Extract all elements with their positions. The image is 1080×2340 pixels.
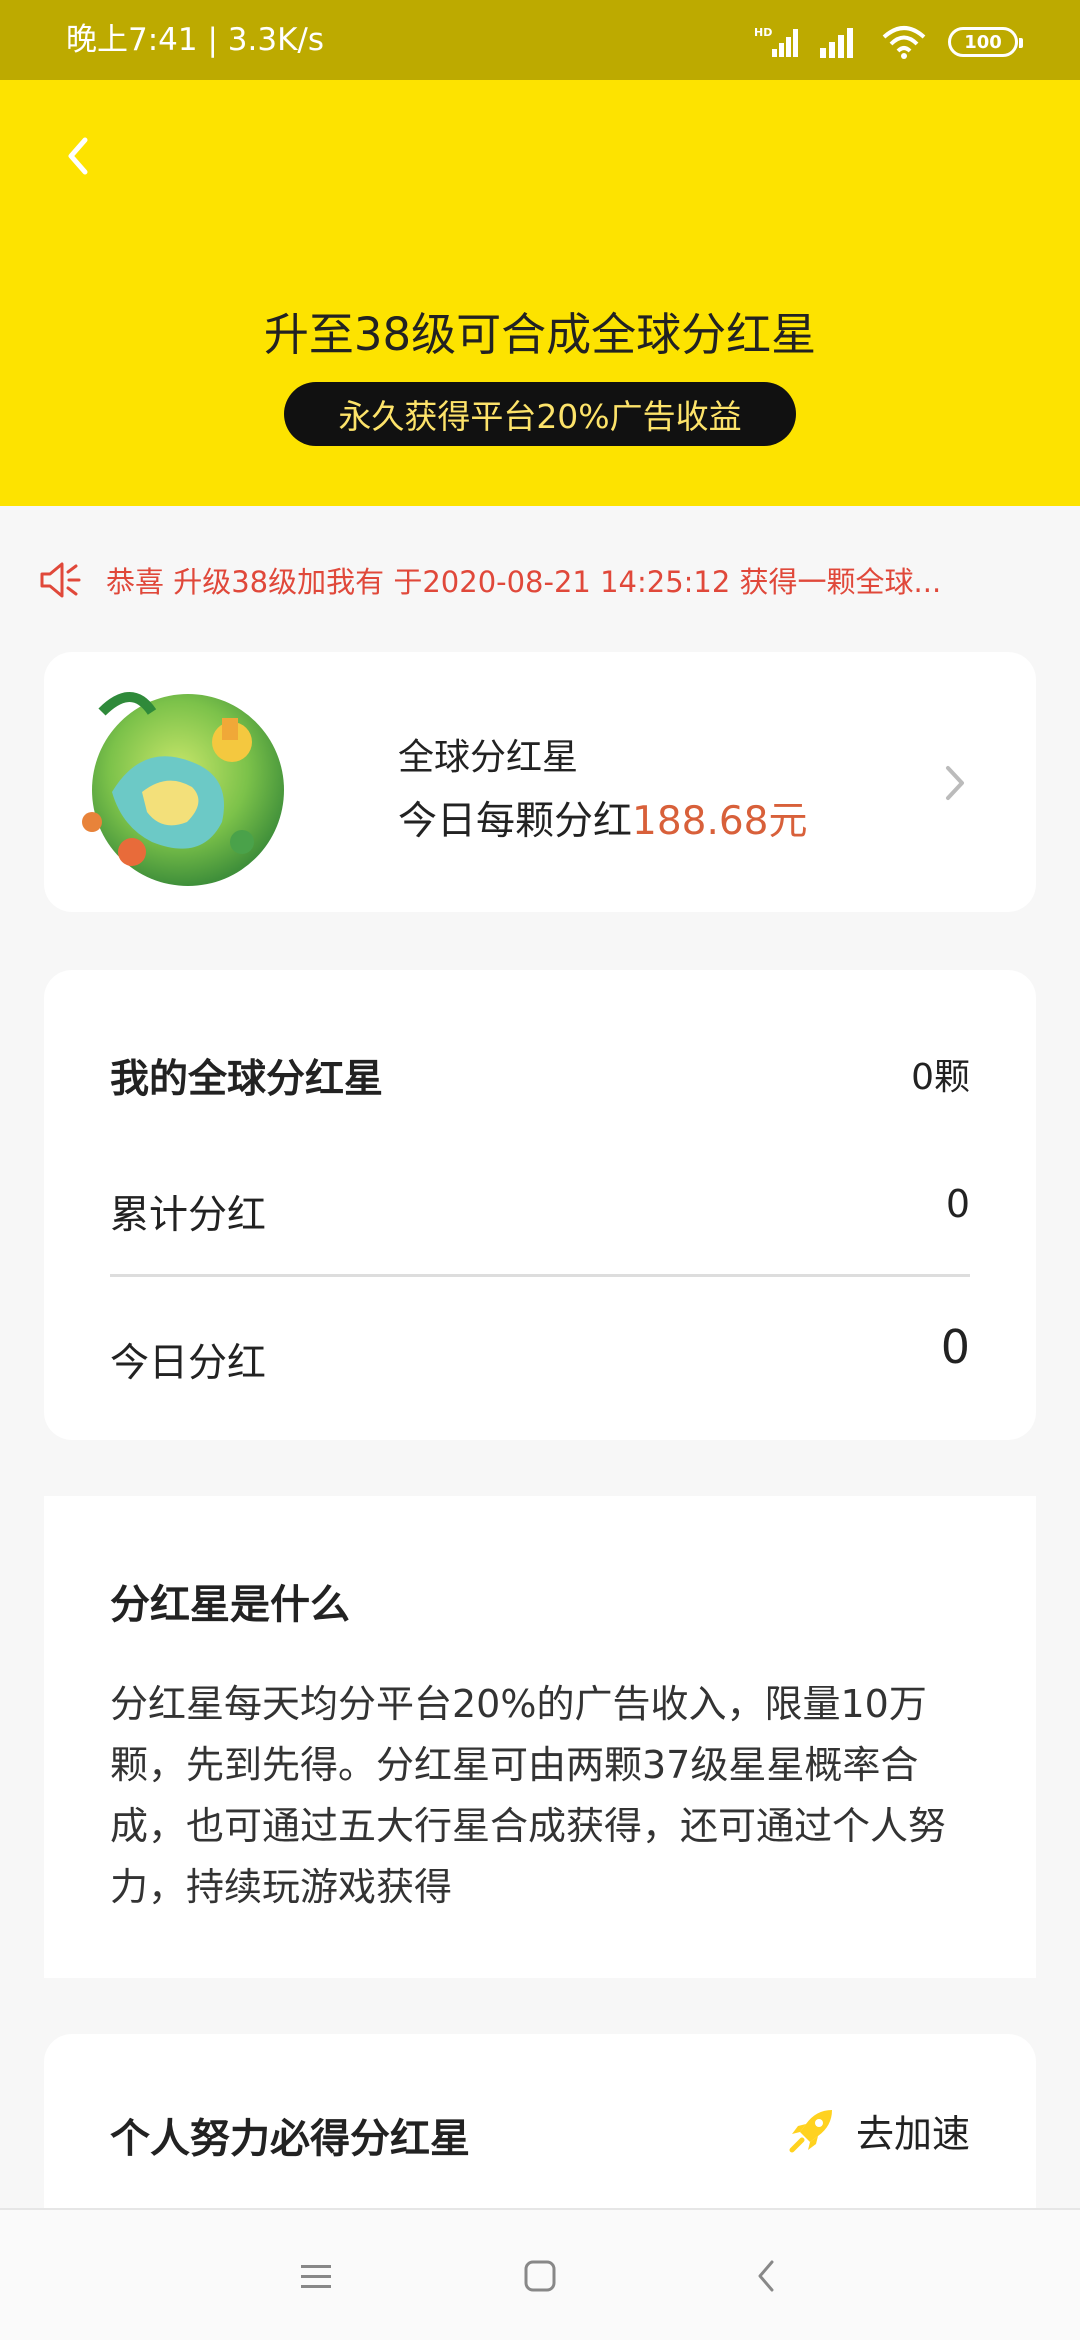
- svg-text:HD: HD: [754, 26, 772, 39]
- system-nav-bar: [0, 2208, 1080, 2340]
- home-square-icon: [524, 2260, 556, 2292]
- planet-name: 全球分红星: [398, 737, 579, 778]
- promo-pill: 永久获得平台20%广告收益: [284, 382, 796, 446]
- promo-header: 升至38级可合成全球分红星 永久获得平台20%广告收益: [0, 80, 1080, 506]
- nav-menu-button[interactable]: [286, 2246, 346, 2306]
- effort-title: 个人努力必得分红星: [110, 2116, 470, 2162]
- my-stars-count: 0颗: [911, 1057, 970, 1098]
- info-title: 分红星是什么: [110, 1582, 350, 1628]
- speed-up-label: 去加速: [855, 2111, 970, 2156]
- dividend-star-card[interactable]: 全球分红星 今日每颗分红188.68元: [44, 652, 1036, 912]
- divider: [110, 1274, 970, 1277]
- rocket-icon: [789, 2110, 832, 2153]
- menu-icon: [301, 2265, 331, 2288]
- signal-icon: [820, 28, 853, 58]
- back-triangle-icon: [758, 2260, 774, 2292]
- page-title: 升至38级可合成全球分红星: [263, 308, 817, 361]
- planet-dividend: 今日每颗分红188.68元: [398, 790, 807, 846]
- today-value: 0: [940, 1320, 970, 1374]
- status-bar: 晚上7:41 | 3.3K/s HD 100: [0, 0, 1080, 80]
- announcement-bar: 恭喜 升级38级加我有 于2020-08-21 14:25:12 获得一颗全球.…: [38, 554, 1048, 606]
- back-button[interactable]: [52, 130, 104, 182]
- nav-home-button[interactable]: [510, 2246, 570, 2306]
- status-icons: HD 100: [754, 22, 1023, 62]
- announcement-text: 恭喜 升级38级加我有 于2020-08-21 14:25:12 获得一颗全球.…: [106, 565, 942, 599]
- my-stars-title: 我的全球分红星: [110, 1057, 384, 1102]
- my-stars-card: 我的全球分红星 0颗 累计分红 0 今日分红 0: [44, 970, 1036, 1440]
- battery-icon: 100: [948, 27, 1023, 57]
- cumulative-label: 累计分红: [110, 1193, 267, 1238]
- chevron-right-icon: [946, 766, 964, 800]
- chevron-left-icon: [68, 137, 88, 175]
- hd-signal-icon: HD: [754, 26, 798, 57]
- today-label: 今日分红: [110, 1341, 267, 1386]
- nav-back-button[interactable]: [736, 2246, 796, 2306]
- status-time: 晚上7:41 | 3.3K/s: [66, 22, 324, 58]
- planet-illustration: [82, 692, 284, 886]
- speaker-icon: [40, 562, 81, 598]
- info-card: 分红星是什么 分红星每天均分平台20%的广告收入，限量10万颗，先到先得。分红星…: [44, 1496, 1036, 1978]
- dividend-amount: 188.68元: [632, 799, 808, 844]
- dividend-label: 今日每颗分红: [398, 799, 633, 844]
- cumulative-value: 0: [945, 1182, 970, 1226]
- info-body: 分红星每天均分平台20%的广告收入，限量10万颗，先到先得。分红星可由两颗37级…: [110, 1682, 947, 1909]
- wifi-icon: [882, 26, 926, 59]
- speed-up-button[interactable]: 去加速: [786, 2100, 970, 2160]
